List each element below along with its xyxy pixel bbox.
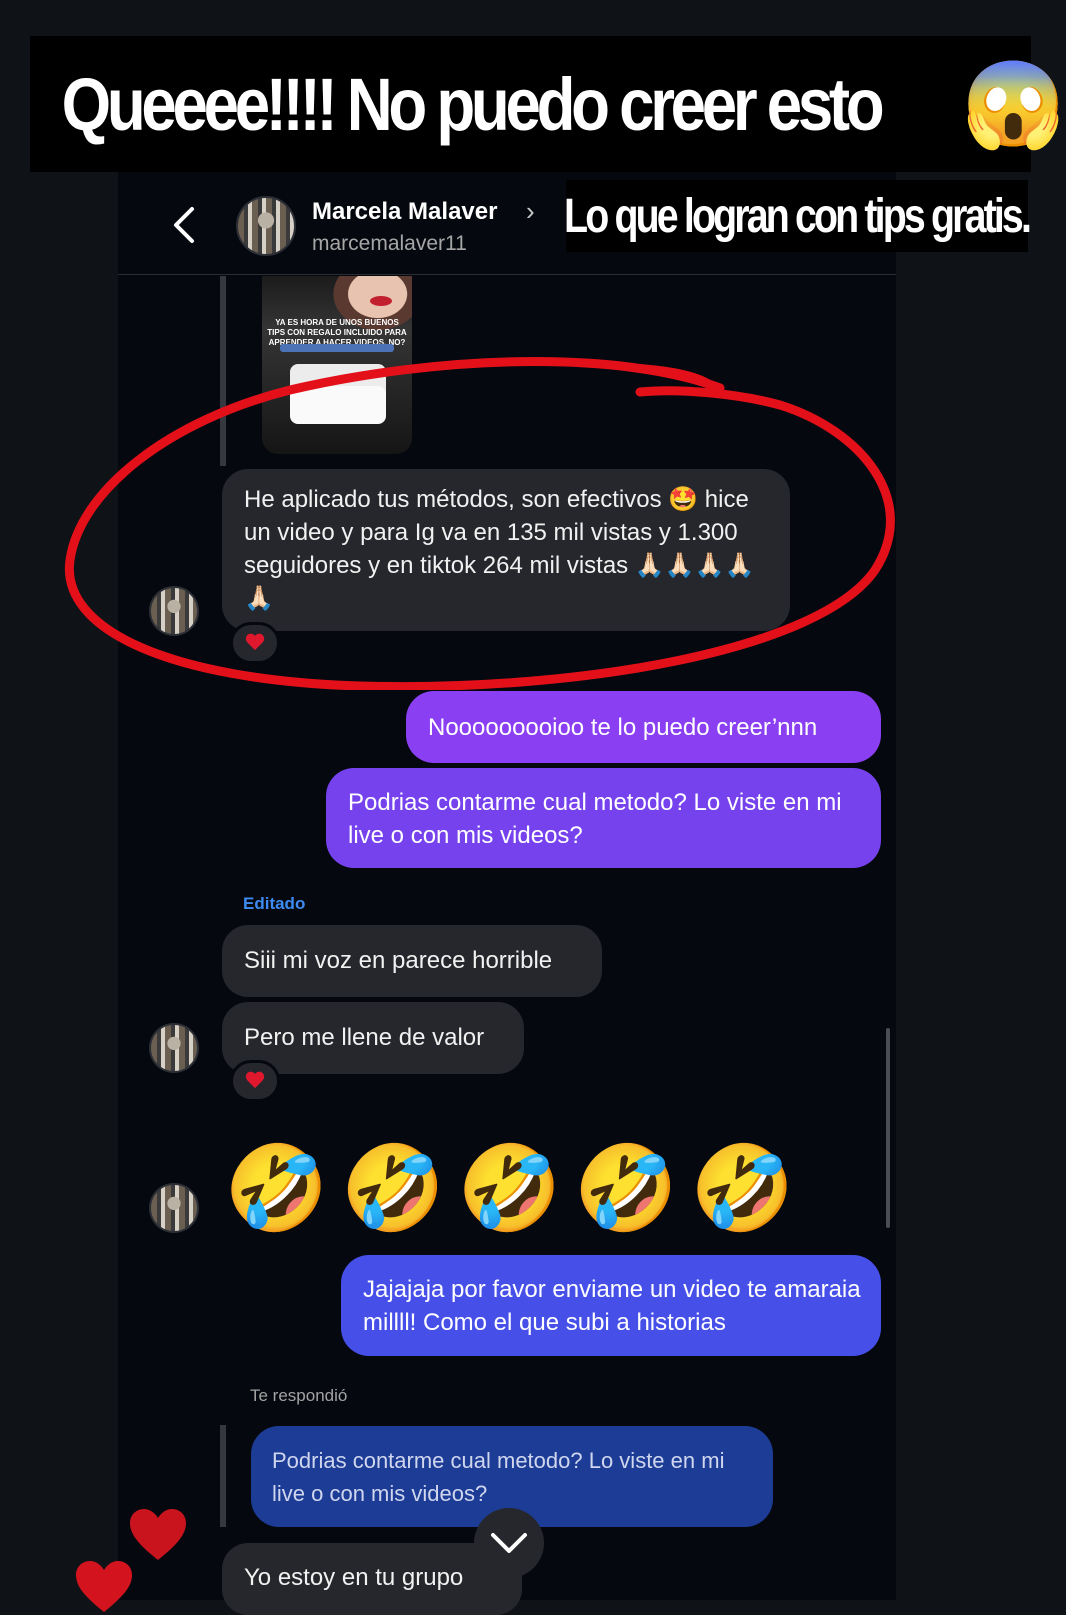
heart-icon	[245, 634, 265, 652]
sender-avatar[interactable]	[149, 1183, 199, 1233]
overlay-caption: Lo que logran con tips gratis.	[564, 180, 1033, 252]
screaming-face-icon: 😱	[961, 56, 1066, 151]
outgoing-message[interactable]: Jajajaja por favor enviame un video te a…	[341, 1255, 881, 1356]
story-thumbnail[interactable]: Ya es hora de unos buenos tips con regal…	[262, 276, 412, 454]
story-reply-bar	[220, 276, 226, 466]
edited-label: Editado	[243, 894, 306, 913]
sender-avatar[interactable]	[149, 1023, 199, 1073]
floating-heart-icon	[130, 1509, 186, 1560]
incoming-message[interactable]: Siii mi voz en parece horrible	[222, 925, 602, 997]
outgoing-message[interactable]: Nooooooooioo te lo puedo creer’nnn	[406, 691, 881, 763]
floating-heart-icon	[76, 1561, 132, 1612]
header-divider	[118, 274, 896, 275]
chat-panel	[118, 170, 896, 1600]
reply-label: Te respondió	[250, 1386, 348, 1405]
reply-bar	[220, 1425, 226, 1527]
chevron-down-icon	[491, 1533, 527, 1553]
incoming-message[interactable]: He aplicado tus métodos, son efectivos 🤩…	[222, 469, 790, 631]
story-banner: Queeee!!!! No puedo creer esto 😱	[30, 36, 1066, 172]
sender-avatar[interactable]	[149, 586, 199, 636]
scroll-to-bottom-button[interactable]	[474, 1508, 544, 1578]
heart-reaction[interactable]	[230, 1060, 280, 1102]
contact-handle[interactable]: marcemalaver11	[312, 232, 467, 256]
heart-reaction[interactable]	[230, 622, 280, 664]
heart-icon	[245, 1072, 265, 1090]
story-photo-detail	[370, 296, 392, 306]
banner-text: Queeee!!!! No puedo creer esto	[61, 62, 885, 146]
contact-avatar[interactable]	[236, 196, 296, 256]
story-answer-card	[290, 386, 386, 424]
contact-name[interactable]: Marcela Malaver	[312, 198, 497, 226]
emoji-message[interactable]: 🤣🤣🤣🤣🤣	[224, 1140, 807, 1236]
back-arrow-icon[interactable]	[168, 205, 202, 245]
scrollbar[interactable]	[886, 1028, 890, 1228]
story-sticker	[280, 344, 394, 352]
overlay-caption-text: Lo que logran con tips gratis.	[564, 189, 1033, 243]
chevron-right-icon[interactable]: ›	[526, 196, 535, 227]
outgoing-message[interactable]: Podrias contarme cual metodo? Lo viste e…	[326, 768, 881, 868]
